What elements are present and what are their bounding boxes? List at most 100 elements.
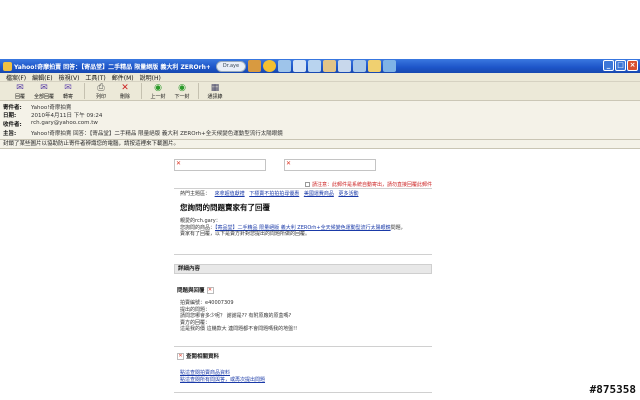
menu-edit[interactable]: 編輯(E) [32,73,52,82]
answer-text: 這是我的價 這幾款大 連問題都不會問題嗎我的地盤!! [180,326,298,332]
main-toolbar: ✉ 回覆 ✉ 全部回覆 ✉ 轉寄 ⎙ 列印 ✕ 刪除 ◉ 上一封 ◉ 下一封 ▦… [0,82,640,101]
query-subheader: ✕ 查閱相關資料 [177,352,219,360]
magnifier-icon[interactable] [263,60,276,72]
maximize-button[interactable]: □ [615,60,626,71]
document-icon[interactable] [278,60,291,72]
previous-icon: ◉ [154,83,162,93]
query-subheader-text: 查閱相關資料 [186,354,220,360]
intro-line2: 賣家有了回覆，以下是賣方針對您提出的問題所做的回覆。 [180,231,311,237]
reply-all-label: 全部回覆 [33,94,54,100]
outlook-express-icon [3,61,12,71]
broken-image-icon: ✕ [286,160,292,167]
browser-toolbar: Dr.aye [210,59,396,73]
divider [174,346,432,347]
message-body: ✕ ✕ 請注意：此郵件是系統自動寄出，請勿直接回覆此郵件 熱門主題區： 來拿超值… [174,156,432,400]
settings-icon[interactable] [383,60,396,72]
details-section-header: 詳細內容 [174,264,432,274]
watermark: #875358 [589,383,636,396]
previous-label: 上一封 [150,94,166,100]
forward-label: 轉寄 [62,94,73,100]
qa-subheader-text: 問題與回覆 [177,288,205,294]
divider [174,188,432,189]
date-value: 2010年4月11日 下午 09:24 [31,113,103,119]
address-book-icon: ▦ [210,83,220,93]
blocked-images-bar[interactable]: 封鎖了某些圖片以協助防止寄件者辨識您的電腦，請按這裡來下載圖片。 [0,139,640,149]
reply-all-icon: ✉ [40,83,48,93]
subject-label: 主旨: [3,131,17,137]
previous-button[interactable]: ◉ 上一封 [146,83,170,100]
question-text: 請問您哪會多少呢？ 謝謝是?? 有附原廠的原盒嗎? [180,313,292,319]
delete-button[interactable]: ✕ 刪除 [113,83,137,100]
minimize-button[interactable]: _ [603,60,614,71]
delete-label: 刪除 [119,94,130,100]
to-label: 收件者: [3,122,22,128]
item-link[interactable]: 【寄品堂】二手精品 限量絕版 義大利 ZEROrh+全天候變色運動型流行太陽眼鏡 [215,225,391,231]
reply-button[interactable]: ✉ 回覆 [8,83,32,100]
next-label: 下一封 [174,94,190,100]
menu-file[interactable]: 檔案(F) [6,73,26,82]
translate-icon[interactable] [338,60,351,72]
reply-all-button[interactable]: ✉ 全部回覆 [32,83,56,100]
reply-icon: ✉ [16,83,24,93]
desktop-background [0,0,640,59]
query-links: 點這查閱拍賣商品資料 點這查閱所有問與答，或再次提出問題 [180,370,265,383]
menu-tools[interactable]: 工具(T) [85,73,105,82]
hot-link-us-shipping[interactable]: 美國運費商品 [304,191,334,197]
divider [174,392,432,393]
close-button[interactable]: × [627,60,638,71]
checkbox-icon [304,182,310,187]
menu-message[interactable]: 郵件(M) [112,73,134,82]
notepad-icon[interactable] [293,60,306,72]
next-icon: ◉ [178,83,186,93]
pencil-icon[interactable] [248,60,261,72]
hot-link-discount[interactable]: 下標賣不拍拍拍尋優惠 [249,191,299,197]
broken-image: ✕ [284,159,376,171]
message-intro: 親愛的rch.gary： 您詢問的商品：【寄品堂】二手精品 限量絕版 義大利 Z… [180,218,420,238]
intro-suffix: 問題， [390,224,406,231]
window-title-bar[interactable]: Yahoo!奇摩拍賣 回答：【寄品堂】二手精品 限量絕版 義大利 ZEROrh+… [0,59,640,73]
address-book-button[interactable]: ▦ 通訊錄 [203,83,227,100]
qa-subheader: 問題與回覆 ✕ [177,286,214,294]
broken-image: ✕ [174,159,266,171]
hot-link-more[interactable]: 更多活動 [338,191,358,197]
auto-mail-notice: 請注意：此郵件是系統自動寄出，請勿直接回覆此郵件 [174,181,432,188]
toolbar-separator [84,83,85,99]
highlight-pen-icon[interactable] [368,60,381,72]
broken-image-icon: ✕ [177,352,184,360]
forward-icon: ✉ [64,83,72,93]
divider [174,254,432,255]
subject-value: Yahoo!奇摩拍賣 回答：【寄品堂】二手精品 限量絕版 義大利 ZEROrh+… [31,131,283,137]
qa-content: 拍賣編號：e40007309 提出的問題： 請問您哪會多少呢？ 謝謝是?? 有附… [180,300,297,333]
hot-topics-label: 熱門主題區： [180,191,211,197]
menu-bar: 檔案(F) 編輯(E) 檢視(V) 工具(T) 郵件(M) 說明(H) [0,73,640,82]
menu-help[interactable]: 說明(H) [140,73,161,82]
hot-topics: 熱門主題區： 來拿超值獻禮 下標賣不拍拍拍尋優惠 美國運費商品 更多活動 [180,190,358,197]
print-button[interactable]: ⎙ 列印 [89,83,113,100]
print-icon: ⎙ [97,83,105,93]
view-qa-link[interactable]: 點這查閱所有問與答，或再次提出問題 [180,377,265,384]
delete-icon: ✕ [121,83,129,93]
picture-icon[interactable] [353,60,366,72]
from-label: 寄件者: [3,105,22,111]
menu-view[interactable]: 檢視(V) [59,73,80,82]
next-button[interactable]: ◉ 下一封 [170,83,194,100]
broken-image-icon: ✕ [176,160,182,167]
toolbar-separator [198,83,199,99]
draye-search-button[interactable]: Dr.aye [216,60,246,72]
dictionary-icon[interactable] [308,60,321,72]
broken-image-icon: ✕ [206,286,214,294]
hot-link-gift[interactable]: 來拿超值獻禮 [215,191,245,197]
message-headers: 寄件者: Yahoo!奇摩拍賣 日期: 2010年4月11日 下午 09:24 … [0,101,640,139]
headline: 您詢問的問題賣家有了回覆 [180,203,270,212]
window-title: Yahoo!奇摩拍賣 回答：【寄品堂】二手精品 限量絕版 義大利 ZEROrh+ [14,63,210,71]
address-book-label: 通訊錄 [207,94,223,100]
reply-label: 回覆 [14,94,25,100]
image-search-icon[interactable] [323,60,336,72]
date-label: 日期: [3,113,17,119]
forward-button[interactable]: ✉ 轉寄 [56,83,80,100]
toolbar-separator [141,83,142,99]
to-value: rch.gary@yahoo.com.tw [31,120,98,126]
intro-prefix: 您詢問的商品： [180,224,216,231]
print-label: 列印 [95,94,106,100]
from-value: Yahoo!奇摩拍賣 [31,105,72,111]
